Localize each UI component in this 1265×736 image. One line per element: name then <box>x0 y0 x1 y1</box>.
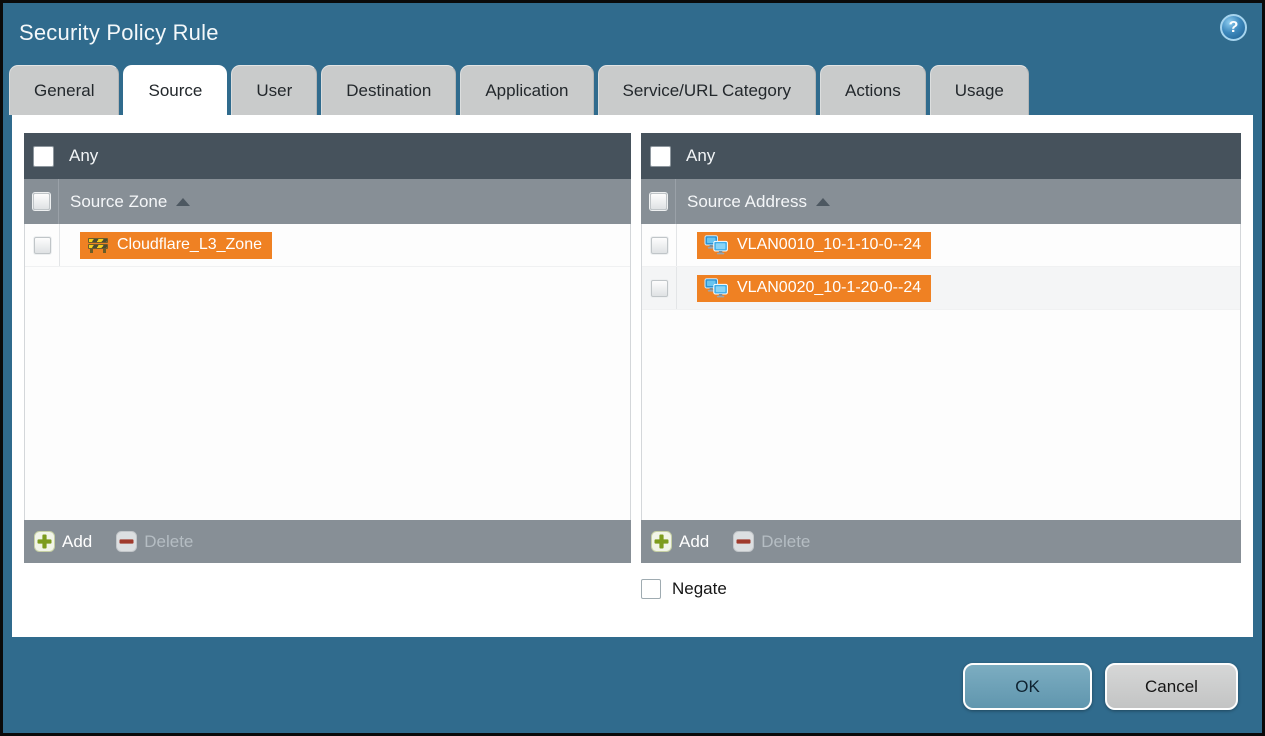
negate-label: Negate <box>672 579 727 598</box>
row-checkbox-cell <box>642 224 677 266</box>
source-zone-panel: Any Source Zone Cloudflare_L3_Zone Add D… <box>24 133 631 563</box>
source-address-list: VLAN0010_10-1-10-0--24 VLAN0020_10-1-20-… <box>641 224 1241 520</box>
tab-actions[interactable]: Actions <box>820 65 926 115</box>
tab-content-source: Any Source Zone Cloudflare_L3_Zone Add D… <box>12 115 1253 637</box>
source-address-any-header: Any <box>641 133 1241 179</box>
row-checkbox[interactable] <box>650 236 668 254</box>
tab-user[interactable]: User <box>231 65 318 115</box>
negate-checkbox[interactable] <box>641 579 661 599</box>
tab-bar: General Source User Destination Applicat… <box>9 65 1262 115</box>
sort-ascending-icon <box>176 197 191 206</box>
minus-icon <box>733 531 755 552</box>
source-zone-list: Cloudflare_L3_Zone <box>24 224 631 520</box>
delete-zone-button[interactable]: Delete <box>116 531 193 552</box>
source-address-selectall-cell <box>641 179 676 224</box>
plus-icon <box>34 531 55 552</box>
source-zone-column-header[interactable]: Source Zone <box>24 179 631 224</box>
zone-value-label: Cloudflare_L3_Zone <box>117 236 262 253</box>
cancel-button[interactable]: Cancel <box>1105 663 1238 710</box>
row-checkbox[interactable] <box>33 236 51 254</box>
zone-icon <box>87 237 109 253</box>
panels-row: Any Source Zone Cloudflare_L3_Zone Add D… <box>12 115 1253 563</box>
negate-row: Negate <box>641 579 1253 599</box>
security-policy-rule-dialog: Security Policy Rule ? General Source Us… <box>0 0 1265 736</box>
source-zone-selectall-checkbox[interactable] <box>32 193 50 210</box>
address-value-label: VLAN0010_10-1-10-0--24 <box>737 236 922 253</box>
address-icon <box>704 278 728 298</box>
address-value-label: VLAN0020_10-1-20-0--24 <box>737 279 922 296</box>
list-item[interactable]: Cloudflare_L3_Zone <box>25 224 630 267</box>
source-zone-any-checkbox[interactable] <box>33 145 54 167</box>
tab-general[interactable]: General <box>9 65 120 115</box>
help-icon[interactable]: ? <box>1220 14 1247 41</box>
row-checkbox[interactable] <box>650 279 668 297</box>
source-zone-any-label: Any <box>69 146 99 165</box>
source-address-panel-footer: Add Delete <box>641 520 1241 563</box>
minus-icon <box>116 531 138 552</box>
source-address-any-checkbox[interactable] <box>650 145 671 167</box>
address-icon <box>704 235 728 255</box>
delete-zone-label: Delete <box>144 531 194 551</box>
source-address-column-header[interactable]: Source Address <box>641 179 1241 224</box>
tab-source[interactable]: Source <box>123 65 228 115</box>
dialog-titlebar: Security Policy Rule ? <box>3 3 1262 65</box>
source-address-panel: Any Source Address VLAN0010_10-1-10-0--2… <box>641 133 1241 563</box>
address-value-chip[interactable]: VLAN0020_10-1-20-0--24 <box>697 274 932 302</box>
plus-icon <box>651 531 672 552</box>
zone-value-chip[interactable]: Cloudflare_L3_Zone <box>80 231 272 259</box>
source-zone-column-label: Source Zone <box>70 191 168 211</box>
sort-ascending-icon <box>816 197 831 206</box>
add-zone-label: Add <box>62 531 93 551</box>
source-address-column-label: Source Address <box>687 191 808 211</box>
tab-destination[interactable]: Destination <box>321 65 457 115</box>
source-address-any-label: Any <box>686 146 716 165</box>
list-item[interactable]: VLAN0010_10-1-10-0--24 <box>642 224 1240 267</box>
address-value-chip[interactable]: VLAN0010_10-1-10-0--24 <box>697 231 932 259</box>
source-zone-panel-footer: Add Delete <box>24 520 631 563</box>
dialog-footer: OK Cancel <box>3 637 1262 733</box>
source-address-selectall-checkbox[interactable] <box>649 193 667 210</box>
add-address-button[interactable]: Add <box>651 531 709 552</box>
tab-service-url-category[interactable]: Service/URL Category <box>597 65 816 115</box>
list-item[interactable]: VLAN0020_10-1-20-0--24 <box>642 267 1240 310</box>
ok-button[interactable]: OK <box>963 663 1092 710</box>
row-checkbox-cell <box>25 224 60 266</box>
source-zone-selectall-cell <box>24 179 59 224</box>
add-zone-button[interactable]: Add <box>34 531 92 552</box>
delete-address-button[interactable]: Delete <box>733 531 810 552</box>
row-checkbox-cell <box>642 267 677 309</box>
tab-application[interactable]: Application <box>460 65 594 115</box>
dialog-title: Security Policy Rule <box>19 20 219 45</box>
source-zone-any-header: Any <box>24 133 631 179</box>
tab-usage[interactable]: Usage <box>929 65 1029 115</box>
add-address-label: Add <box>679 531 710 551</box>
delete-address-label: Delete <box>761 531 811 551</box>
